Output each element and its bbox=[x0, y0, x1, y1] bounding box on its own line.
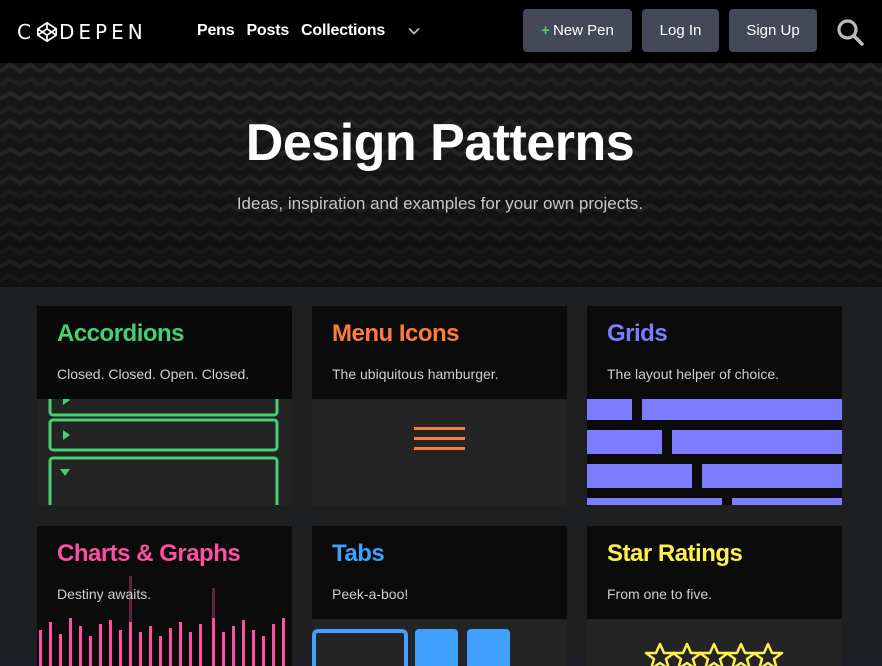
plus-icon: + bbox=[541, 22, 550, 39]
hamburger-icon bbox=[414, 427, 465, 450]
login-button[interactable]: Log In bbox=[642, 9, 719, 52]
card-description: The ubiquitous hamburger. bbox=[332, 366, 499, 382]
card-title: Menu Icons bbox=[332, 320, 460, 347]
signup-label: Sign Up bbox=[746, 22, 800, 39]
patterns-grid: Accordions Closed. Closed. Open. Closed.… bbox=[0, 287, 882, 666]
nav-pens[interactable]: Pens bbox=[197, 22, 235, 40]
grid-demo bbox=[587, 396, 842, 505]
card-menu-icons[interactable]: Menu Icons The ubiquitous hamburger. bbox=[312, 306, 567, 505]
card-title: Grids bbox=[607, 320, 668, 347]
main-nav: Pens Posts Collections bbox=[197, 22, 421, 40]
card-description: Peek-a-boo! bbox=[332, 586, 409, 602]
star-ratings-demo bbox=[587, 619, 842, 666]
login-label: Log In bbox=[659, 22, 702, 39]
nav-collections[interactable]: Collections bbox=[301, 22, 385, 40]
signup-button[interactable]: Sign Up bbox=[729, 9, 817, 52]
logo-text-left: C bbox=[17, 20, 35, 44]
card-description: From one to five. bbox=[607, 586, 713, 602]
tabs-preview bbox=[312, 629, 510, 666]
codepen-logo-icon bbox=[36, 22, 57, 42]
top-navigation-bar: C DEPEN Pens Posts Collections + New Pen… bbox=[0, 0, 882, 63]
chevron-down-icon[interactable] bbox=[407, 24, 421, 38]
card-description: The layout helper of choice. bbox=[607, 366, 779, 382]
card-title: Accordions bbox=[57, 320, 185, 347]
hero-background-pattern bbox=[0, 63, 882, 287]
card-charts-graphs[interactable]: Charts & Graphs Destiny awaits. bbox=[37, 526, 292, 666]
page-subtitle: Ideas, inspiration and examples for your… bbox=[236, 194, 644, 213]
page-title: Design Patterns bbox=[245, 114, 635, 172]
accordion-demo bbox=[37, 383, 292, 505]
hero-banner: Design Patterns Ideas, inspiration and e… bbox=[0, 63, 882, 287]
codepen-logo[interactable]: C DEPEN bbox=[17, 17, 147, 47]
card-star-ratings[interactable]: Star Ratings From one to five. bbox=[587, 526, 842, 666]
card-tabs[interactable]: Tabs Peek-a-boo! bbox=[312, 526, 567, 666]
new-pen-button[interactable]: + New Pen bbox=[523, 9, 632, 52]
card-title: Charts & Graphs bbox=[57, 540, 241, 567]
menu-icon-demo bbox=[312, 399, 567, 505]
card-description: Destiny awaits. bbox=[57, 586, 152, 602]
card-description: Closed. Closed. Open. Closed. bbox=[57, 366, 250, 382]
card-accordions[interactable]: Accordions Closed. Closed. Open. Closed. bbox=[37, 306, 292, 505]
tabs-demo bbox=[312, 619, 567, 666]
accordion-preview bbox=[48, 383, 279, 505]
card-title: Tabs bbox=[332, 540, 385, 567]
logo-text-right: DEPEN bbox=[58, 20, 147, 44]
new-pen-label: New Pen bbox=[552, 22, 614, 39]
search-icon[interactable] bbox=[835, 17, 865, 47]
nav-posts[interactable]: Posts bbox=[246, 22, 289, 40]
star-icon bbox=[644, 642, 784, 666]
card-grids[interactable]: Grids The layout helper of choice. bbox=[587, 306, 842, 505]
grid-preview bbox=[587, 396, 842, 505]
card-title: Star Ratings bbox=[607, 540, 743, 567]
